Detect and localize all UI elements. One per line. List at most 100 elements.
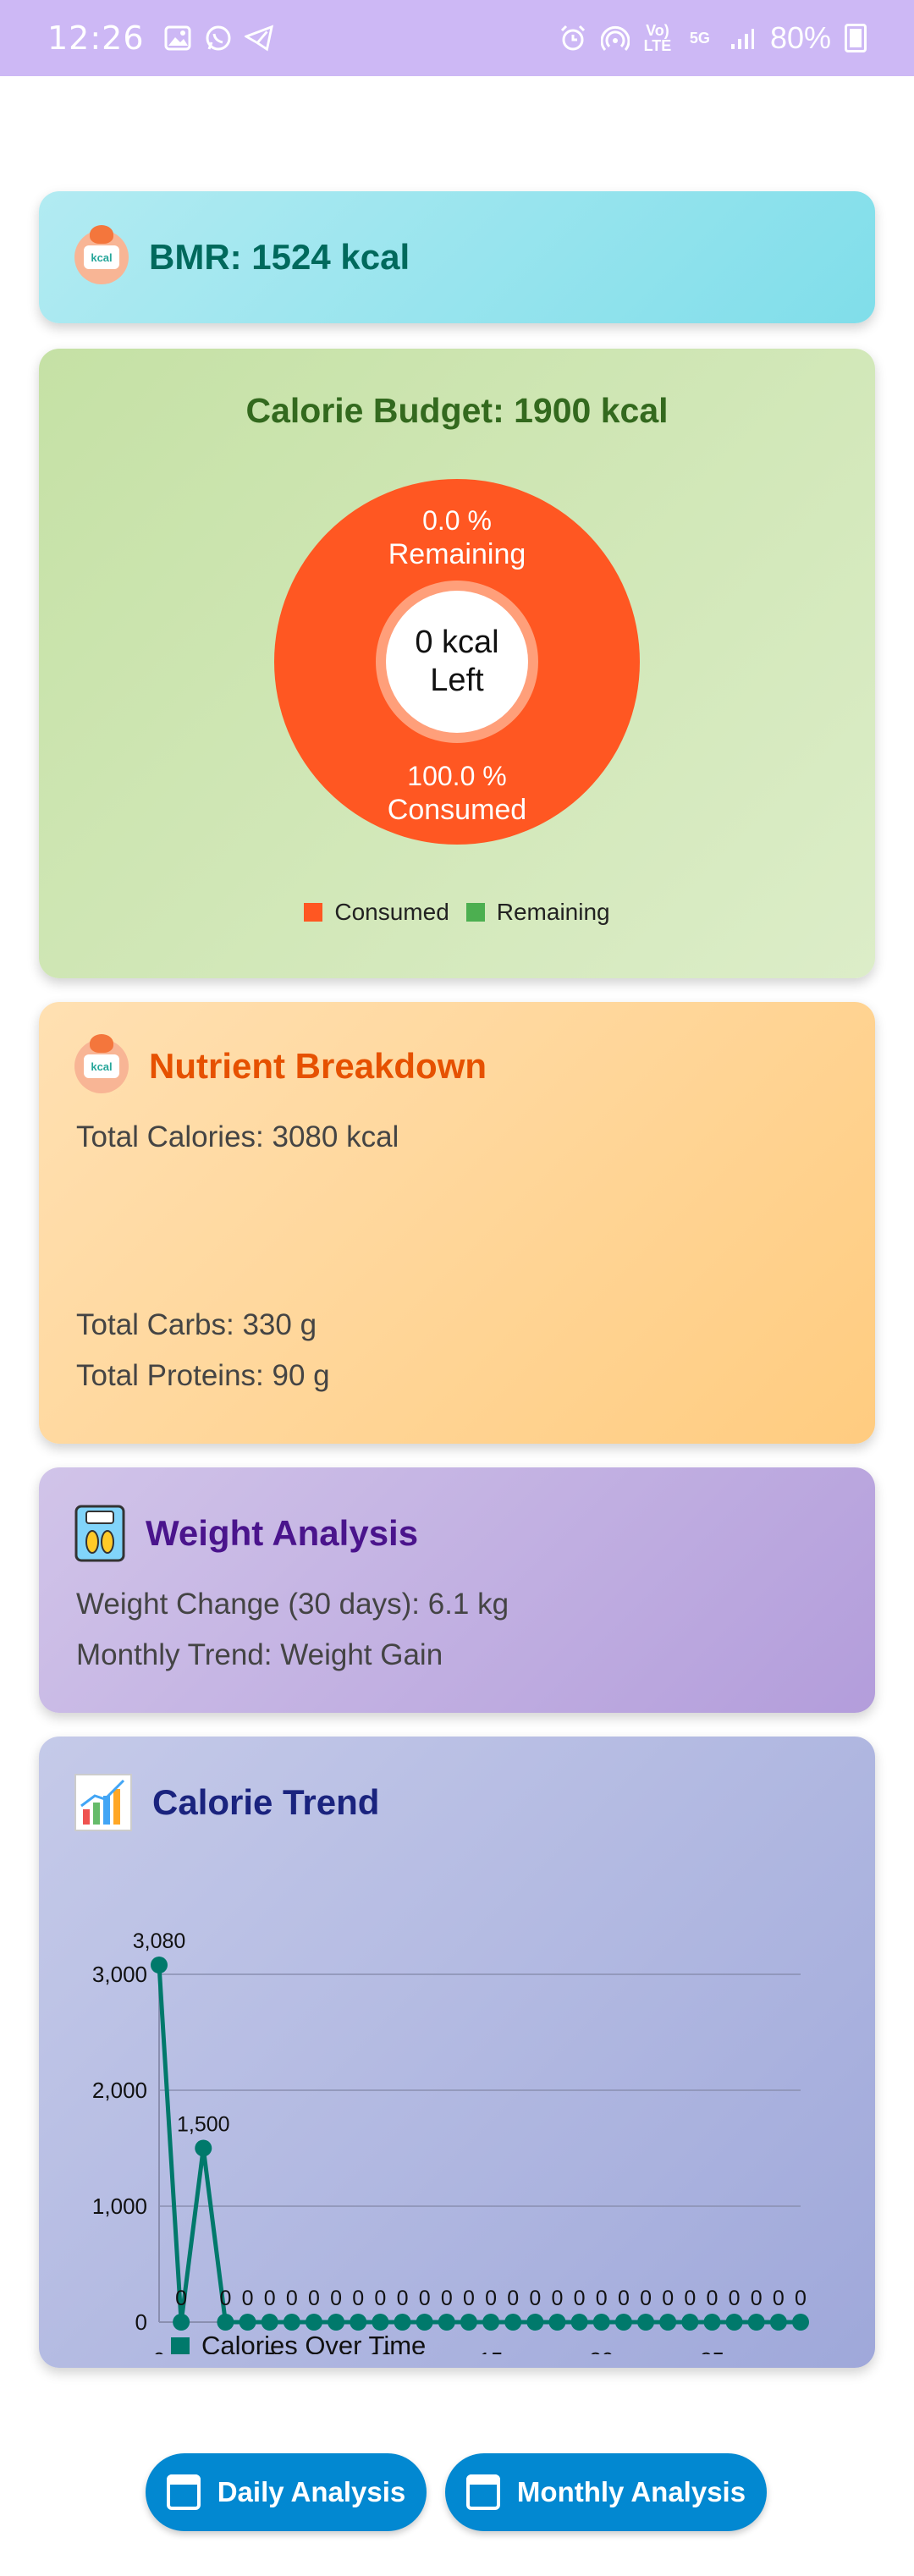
data-point <box>438 2314 455 2331</box>
volte-icon: Vo) LTE <box>643 22 672 54</box>
status-time: 12:26 <box>47 19 145 57</box>
bmr-header: kcal BMR: 1524 kcal <box>74 225 410 284</box>
data-label: 0 <box>640 2287 652 2310</box>
x-tick-label: 0 <box>153 2348 165 2354</box>
kcal-badge: kcal <box>84 1054 119 1078</box>
remaining-label: Remaining <box>388 538 526 570</box>
data-label: 0 <box>706 2287 718 2310</box>
bmr-card: kcal BMR: 1524 kcal <box>39 191 875 323</box>
budget-title: Calorie Budget: 1900 kcal <box>245 391 669 430</box>
data-label: 0 <box>441 2287 453 2310</box>
data-point <box>792 2314 809 2331</box>
monthly-analysis-button[interactable]: Monthly Analysis <box>445 2453 767 2531</box>
data-point <box>416 2314 433 2331</box>
center-left-label: Left <box>430 663 484 698</box>
kcal-flame-icon: kcal <box>74 225 129 284</box>
data-point <box>239 2314 256 2331</box>
legend-label-remaining: Remaining <box>496 899 610 925</box>
x-tick-label: 25 <box>700 2348 724 2354</box>
status-right-icons: Vo) LTE 5G 80% <box>559 20 867 56</box>
data-point <box>151 1957 168 1973</box>
kcal-badge: kcal <box>84 245 119 269</box>
calorie-budget-card: Calorie Budget: 1900 kcal 0.0 % Remainin… <box>39 349 875 978</box>
notification-icons <box>163 24 273 52</box>
data-point <box>350 2314 367 2331</box>
center-kcal-left: 0 kcal <box>415 625 498 660</box>
data-label: 0 <box>374 2287 386 2310</box>
remaining-pct-label: 0.0 % <box>422 505 492 536</box>
gallery-icon <box>163 24 192 52</box>
data-label: 0 <box>552 2287 564 2310</box>
data-label: 0 <box>596 2287 608 2310</box>
daily-analysis-label: Daily Analysis <box>217 2476 406 2507</box>
series-line <box>157 1964 801 2325</box>
data-label: 0 <box>397 2287 409 2310</box>
data-label: 0 <box>574 2287 586 2310</box>
data-point <box>637 2314 655 2331</box>
legend-label: Calories Over Time <box>201 2331 426 2354</box>
bmr-title: BMR: 1524 kcal <box>149 237 410 277</box>
nutrient-breakdown-card: kcal Nutrient Breakdown Total Calories: … <box>39 1002 875 1444</box>
data-point <box>328 2314 345 2331</box>
data-label: 0 <box>463 2287 475 2310</box>
budget-donut-chart: 0.0 % Remaining 0 kcal Left 100.0 % Cons… <box>274 479 640 845</box>
data-label: 0 <box>242 2287 254 2310</box>
total-proteins: Total Proteins: 90 g <box>76 1359 330 1392</box>
battery-percent: 80% <box>769 20 831 55</box>
alarm-icon <box>559 24 587 52</box>
data-point <box>703 2314 721 2331</box>
data-label: 0 <box>684 2287 696 2310</box>
data-label: 0 <box>419 2287 431 2310</box>
total-carbs: Total Carbs: 330 g <box>76 1308 317 1341</box>
weight-scale-icon <box>74 1505 125 1562</box>
consumed-label: Consumed <box>388 794 526 826</box>
y-tick-label: 2,000 <box>92 2078 147 2103</box>
daily-analysis-button[interactable]: Daily Analysis <box>146 2453 427 2531</box>
legend-swatch <box>171 2337 190 2354</box>
telegram-icon <box>244 24 273 52</box>
calendar-grid-icon <box>465 2474 500 2510</box>
data-label: 0 <box>264 2287 276 2310</box>
monthly-trend: Monthly Trend: Weight Gain <box>76 1638 443 1671</box>
data-point <box>217 2314 234 2331</box>
data-point <box>283 2314 300 2331</box>
data-point <box>548 2314 566 2331</box>
data-point <box>261 2314 278 2331</box>
data-point <box>195 2139 212 2157</box>
data-point <box>592 2314 610 2331</box>
battery-icon <box>845 24 867 52</box>
weight-change: Weight Change (30 days): 6.1 kg <box>76 1588 509 1621</box>
data-point <box>769 2314 787 2331</box>
data-label: 0 <box>507 2287 519 2310</box>
data-label: 0 <box>308 2287 320 2310</box>
weight-analysis-card: Weight Analysis Weight Change (30 days):… <box>39 1467 875 1713</box>
data-label: 3,080 <box>133 1929 186 1953</box>
data-point <box>482 2314 500 2331</box>
y-tick-label: 3,000 <box>92 1962 147 1987</box>
data-label: 0 <box>662 2287 674 2310</box>
status-bar: 12:26 Vo) LTE 5G 80% <box>0 0 914 76</box>
legend-swatch-consumed <box>304 903 323 922</box>
data-point <box>394 2314 411 2331</box>
calendar-icon <box>166 2474 201 2510</box>
data-point <box>570 2314 588 2331</box>
signal-icon <box>728 24 757 52</box>
data-point <box>460 2314 477 2331</box>
x-tick-label: 15 <box>479 2348 504 2354</box>
x-tick-label: 20 <box>589 2348 614 2354</box>
data-label: 0 <box>352 2287 364 2310</box>
calorie-trend-card: Calorie Trend 01,0002,0003,0000510152025… <box>39 1737 875 2368</box>
data-point <box>747 2314 765 2331</box>
data-point <box>681 2314 699 2331</box>
data-label: 0 <box>175 2287 187 2310</box>
legend-item-consumed: Consumed <box>304 899 449 926</box>
data-point <box>725 2314 743 2331</box>
data-point <box>504 2314 522 2331</box>
data-point <box>526 2314 544 2331</box>
data-label: 0 <box>485 2287 497 2310</box>
trend-title: Calorie Trend <box>152 1782 380 1822</box>
data-label: 0 <box>529 2287 541 2310</box>
data-point <box>173 2314 190 2331</box>
kcal-flame-icon: kcal <box>74 1034 129 1093</box>
data-label: 0 <box>618 2287 630 2310</box>
